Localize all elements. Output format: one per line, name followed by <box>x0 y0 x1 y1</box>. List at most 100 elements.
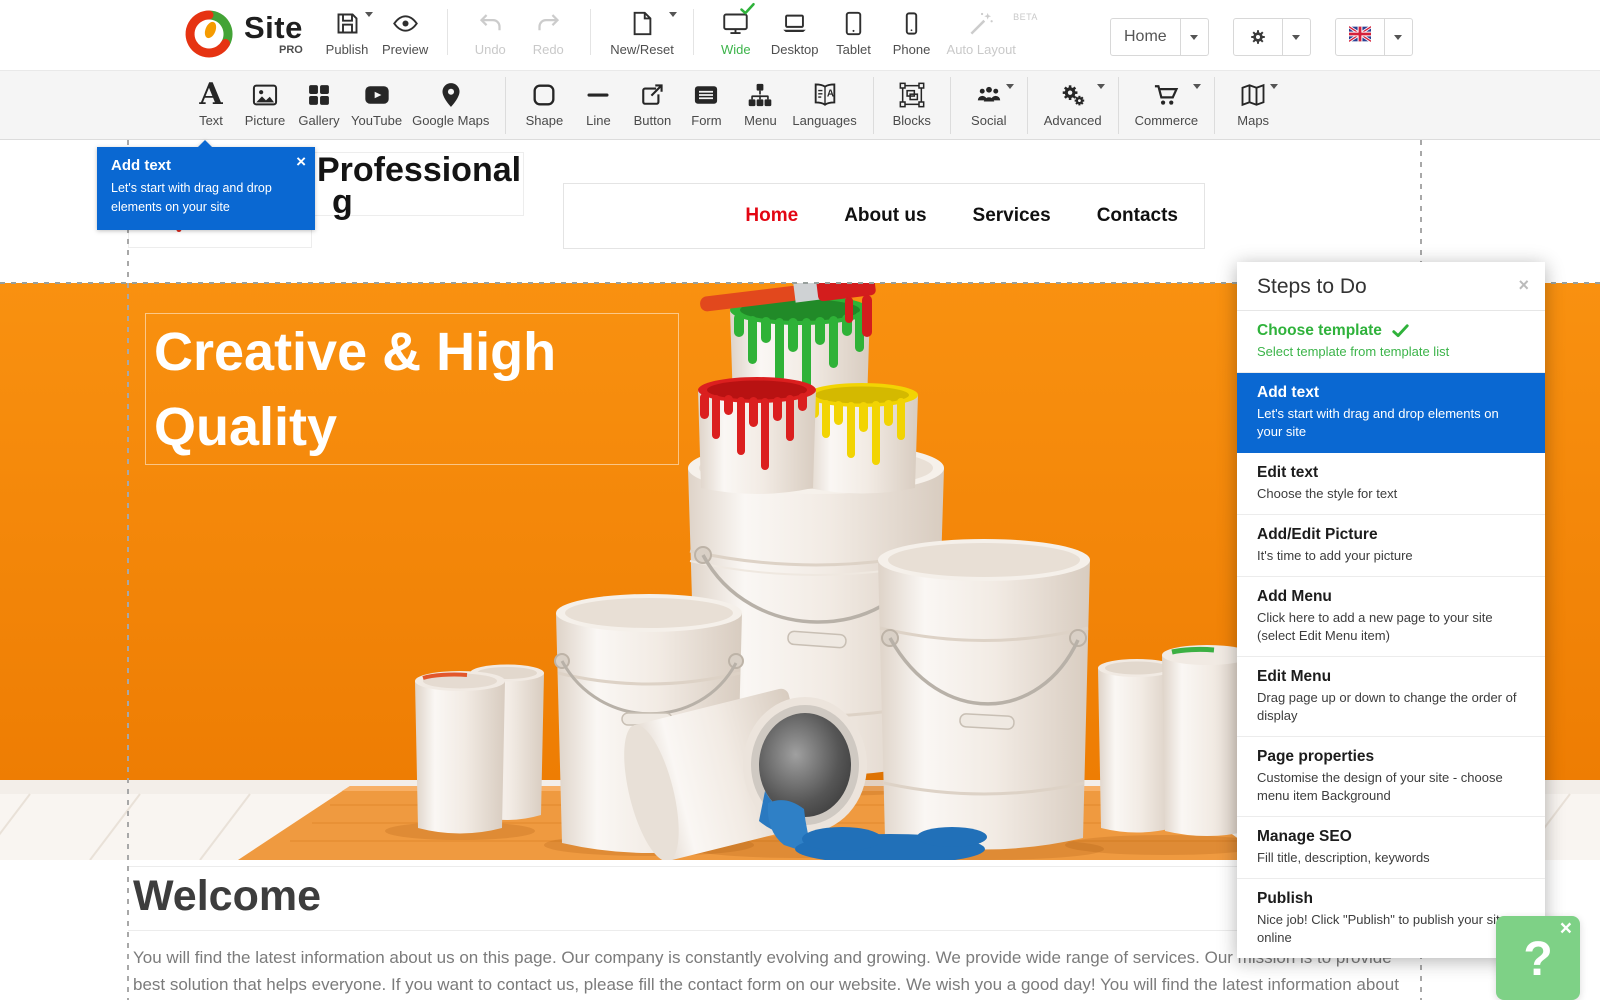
google-maps-button[interactable]: Google Maps <box>412 79 489 128</box>
step-item-add-edit-picture[interactable]: Add/Edit PictureIt's time to add your pi… <box>1237 515 1545 577</box>
nav-item-about-us[interactable]: About us <box>844 205 926 227</box>
language-caret[interactable] <box>1385 19 1412 55</box>
toolbar-label: Text <box>199 113 223 128</box>
step-item-choose-template[interactable]: Choose templateSelect template from temp… <box>1237 311 1545 373</box>
welcome-paragraph[interactable]: You will find the latest information abo… <box>133 944 1421 1000</box>
toolbar-label: Google Maps <box>412 113 489 128</box>
shape-icon <box>530 79 558 111</box>
language-button[interactable] <box>1336 19 1385 55</box>
brand-name: Site <box>244 12 303 43</box>
dropdown-caret-icon <box>669 12 677 17</box>
advanced-button[interactable]: Advanced <box>1044 79 1102 128</box>
new-reset-button[interactable]: New/Reset <box>610 7 674 57</box>
step-title: Add/Edit Picture <box>1257 525 1525 544</box>
check-icon <box>739 0 756 17</box>
tablet-button[interactable]: Tablet <box>831 7 877 57</box>
toolbar-label: Advanced <box>1044 113 1102 128</box>
step-item-page-properties[interactable]: Page propertiesCustomise the design of y… <box>1237 737 1545 817</box>
button-button[interactable]: Button <box>630 79 674 128</box>
desktop-button[interactable]: Desktop <box>771 7 819 57</box>
picture-button[interactable]: Picture <box>243 79 287 128</box>
blocks-icon <box>898 79 926 111</box>
advanced-icon <box>1059 79 1087 111</box>
menu-button[interactable]: Menu <box>738 79 782 128</box>
check-icon <box>1391 321 1410 340</box>
undo-button[interactable]: Undo <box>467 7 513 57</box>
gallery-button[interactable]: Gallery <box>297 79 341 128</box>
youtube-button[interactable]: YouTube <box>351 79 402 128</box>
tooltip-text: Let's start with drag and drop elements … <box>111 179 283 217</box>
toolbar-label: Picture <box>245 113 285 128</box>
add-text-tooltip: × Add text Let's start with drag and dro… <box>97 140 315 230</box>
step-desc: Nice job! Click "Publish" to publish you… <box>1257 911 1525 947</box>
save-icon <box>334 7 361 39</box>
dropdown-caret-icon <box>365 12 373 17</box>
toolbar-label: Redo <box>533 42 564 57</box>
maps-button[interactable]: Maps <box>1231 79 1275 128</box>
step-item-manage-seo[interactable]: Manage SEOFill title, description, keywo… <box>1237 817 1545 879</box>
step-item-add-menu[interactable]: Add MenuClick here to add a new page to … <box>1237 577 1545 657</box>
step-title: Manage SEO <box>1257 827 1525 846</box>
help-close-icon[interactable]: × <box>1560 917 1572 941</box>
toolbar-label: Line <box>586 113 611 128</box>
nav-item-services[interactable]: Services <box>973 205 1051 227</box>
step-title: Edit Menu <box>1257 667 1525 686</box>
commerce-button[interactable]: Commerce <box>1135 79 1199 128</box>
wand-icon <box>968 7 995 39</box>
nav-item-contacts[interactable]: Contacts <box>1097 205 1178 227</box>
steps-panel-close-icon[interactable]: × <box>1518 275 1529 296</box>
svg-text:A: A <box>826 89 833 100</box>
text-button[interactable]: A Text <box>189 79 233 128</box>
page-select-caret[interactable] <box>1181 19 1208 55</box>
nav-item-home[interactable]: Home <box>745 205 798 227</box>
wide-button[interactable]: Wide <box>713 7 759 57</box>
line-button[interactable]: Line <box>576 79 620 128</box>
step-desc: Drag page up or down to change the order… <box>1257 689 1525 725</box>
toolbar-label: Menu <box>744 113 777 128</box>
redo-button[interactable]: Redo <box>525 7 571 57</box>
step-item-edit-text[interactable]: Edit textChoose the style for text <box>1237 453 1545 515</box>
phone-button[interactable]: Phone <box>889 7 935 57</box>
toolbar-label: New/Reset <box>610 42 674 57</box>
settings-caret[interactable] <box>1283 19 1310 55</box>
form-icon <box>692 79 720 111</box>
hero-title[interactable]: Creative & High Quality <box>145 313 679 465</box>
step-desc: Choose the style for text <box>1257 485 1525 503</box>
step-item-add-text[interactable]: Add textLet's start with drag and drop e… <box>1237 373 1545 453</box>
publish-button[interactable]: Publish <box>324 7 370 57</box>
help-button[interactable]: ? × <box>1496 916 1580 1000</box>
shape-button[interactable]: Shape <box>522 79 566 128</box>
preview-button[interactable]: Preview <box>382 7 428 57</box>
maps-icon <box>1239 79 1267 111</box>
toolbar-divider <box>447 9 448 55</box>
toolbar-label: Maps <box>1237 113 1269 128</box>
step-item-edit-menu[interactable]: Edit Menu Drag page up or down to change … <box>1237 657 1545 737</box>
picture-icon <box>251 79 279 111</box>
brand-sub: PRO <box>244 45 303 56</box>
auto-layout-button[interactable]: BETAAuto Layout <box>947 7 1016 57</box>
toolbar-label: Form <box>691 113 721 128</box>
tooltip-close-icon[interactable]: × <box>296 152 306 172</box>
commerce-icon <box>1152 79 1180 111</box>
toolbar-label: Phone <box>893 42 931 57</box>
toolbar-divider <box>1027 77 1028 134</box>
step-desc: Let's start with drag and drop elements … <box>1257 405 1525 441</box>
blocks-button[interactable]: Blocks <box>890 79 934 128</box>
form-button[interactable]: Form <box>684 79 728 128</box>
page-select: Home <box>1110 18 1209 56</box>
text-icon: A <box>199 79 222 111</box>
settings-button[interactable] <box>1234 19 1283 55</box>
chevron-down-icon <box>1292 35 1300 40</box>
tooltip-title: Add text <box>111 157 301 174</box>
toolbar-label: YouTube <box>351 113 402 128</box>
page-select-value[interactable]: Home <box>1111 19 1181 55</box>
social-button[interactable]: Social <box>967 79 1011 128</box>
beta-badge: BETA <box>1013 12 1038 22</box>
toolbar-label: Tablet <box>836 42 871 57</box>
tablet-icon <box>840 7 867 39</box>
doc-icon <box>629 7 656 39</box>
welcome-heading[interactable]: Welcome <box>133 872 321 921</box>
languages-button[interactable]: ALanguages <box>792 79 856 128</box>
toolbar-divider <box>1118 77 1119 134</box>
phone-icon <box>898 7 925 39</box>
